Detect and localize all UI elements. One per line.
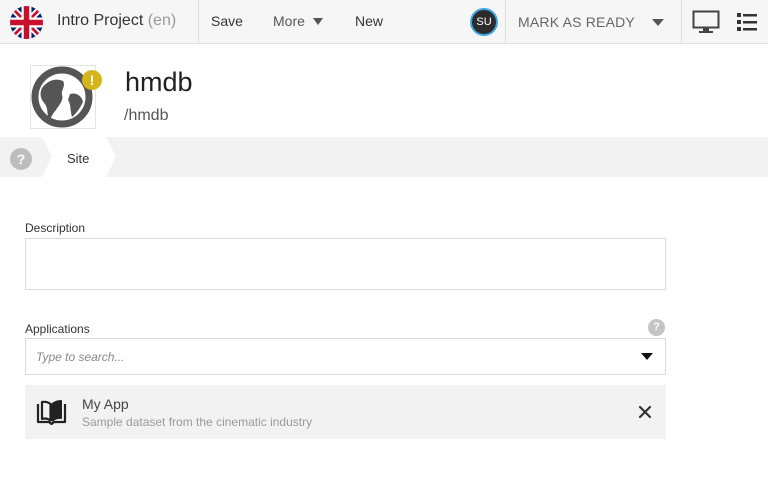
description-field[interactable]	[25, 238, 666, 290]
close-icon[interactable]	[638, 405, 652, 419]
more-label: More	[273, 13, 305, 29]
list-icon[interactable]	[737, 12, 757, 32]
book-icon	[36, 400, 67, 425]
help-icon[interactable]: ?	[10, 148, 32, 170]
list-item: My App Sample dataset from the cinematic…	[25, 385, 666, 439]
monitor-icon[interactable]	[692, 10, 720, 34]
project-language: (en)	[147, 12, 177, 29]
chevron-down-icon	[312, 17, 323, 25]
more-button[interactable]: More	[273, 13, 323, 29]
toolbar-divider	[198, 0, 199, 44]
applications-search-input[interactable]	[36, 348, 616, 366]
mark-as-ready-button[interactable]: MARK AS READY	[518, 14, 635, 30]
top-toolbar: Intro Project (en) Save More New SU MARK…	[0, 0, 768, 44]
tab-site-label[interactable]: Site	[67, 151, 89, 166]
mark-ready-dropdown-icon[interactable]	[652, 19, 664, 26]
save-button[interactable]: Save	[211, 13, 243, 29]
app-name: My App	[82, 396, 129, 412]
warning-badge: !	[82, 70, 102, 90]
applications-label: Applications	[25, 322, 90, 336]
toolbar-divider	[505, 0, 506, 44]
user-avatar[interactable]: SU	[470, 8, 498, 36]
project-title[interactable]: Intro Project (en)	[57, 12, 176, 30]
applications-search[interactable]	[25, 338, 666, 375]
page-title: hmdb	[125, 67, 193, 97]
app-description: Sample dataset from the cinematic indust…	[82, 415, 313, 429]
site-path: /hmdb	[124, 107, 169, 124]
chevron-down-icon[interactable]	[641, 353, 653, 360]
applications-help-icon[interactable]: ?	[648, 319, 665, 336]
uk-flag-icon[interactable]	[10, 6, 43, 39]
toolbar-divider	[681, 0, 682, 44]
description-label: Description	[25, 221, 86, 235]
project-name: Intro Project	[57, 12, 144, 29]
new-button[interactable]: New	[355, 13, 383, 29]
